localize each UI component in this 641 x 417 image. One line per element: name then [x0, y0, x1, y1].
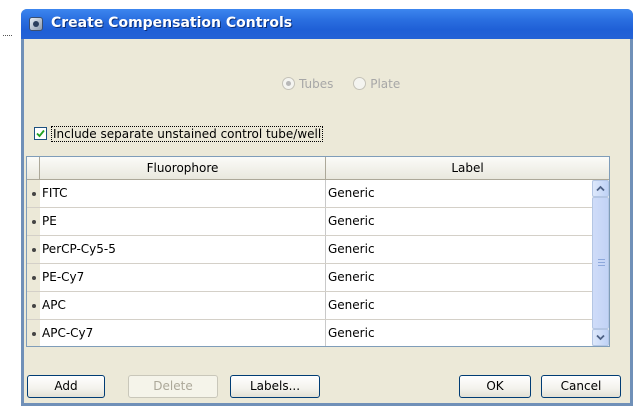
labels-button[interactable]: Labels... [230, 375, 320, 398]
table-header: Fluorophore Label [27, 157, 609, 180]
tubes-radio-label: Tubes [299, 76, 334, 91]
fluorophore-cell[interactable]: APC-Cy7 [40, 320, 326, 346]
label-cell[interactable]: Generic [326, 292, 592, 319]
chevron-down-icon [596, 334, 605, 341]
cancel-button[interactable]: Cancel [541, 375, 621, 398]
table-row[interactable]: FITC Generic [27, 180, 592, 208]
table-row[interactable]: PE-Cy7 Generic [27, 264, 592, 292]
table-scrollbar[interactable] [592, 180, 609, 346]
table-row[interactable]: APC Generic [27, 292, 592, 320]
column-header-label[interactable]: Label [326, 157, 609, 179]
label-cell[interactable]: Generic [326, 208, 592, 235]
plate-radio[interactable] [353, 77, 367, 90]
fluorophore-cell[interactable]: PerCP-Cy5-5 [40, 236, 326, 263]
include-unstained-checkbox[interactable] [34, 127, 47, 140]
fluorophore-cell[interactable]: PE-Cy7 [40, 264, 326, 291]
row-marker-icon [27, 292, 40, 319]
checkmark-icon [36, 129, 45, 138]
include-unstained-label: Include separate unstained control tube/… [51, 125, 324, 142]
tubes-radio[interactable] [282, 77, 295, 90]
row-marker-icon [27, 208, 40, 235]
label-cell[interactable]: Generic [326, 236, 592, 263]
fluorophore-table: Fluorophore Label FITC Generic PE Generi… [26, 156, 610, 347]
row-marker-icon [27, 180, 40, 207]
column-header-fluorophore[interactable]: Fluorophore [40, 157, 326, 179]
chevron-up-icon [596, 185, 605, 192]
table-row[interactable]: PE Generic [27, 208, 592, 236]
add-button[interactable]: Add [27, 375, 105, 398]
row-marker-icon [27, 320, 40, 346]
grip-line [598, 265, 605, 266]
fluorophore-cell[interactable]: APC [40, 292, 326, 319]
dialog-window: Create Compensation Controls Tubes Plate… [21, 9, 633, 406]
scroll-down-button[interactable] [592, 329, 609, 346]
fluorophore-cell[interactable]: FITC [40, 180, 326, 207]
label-cell[interactable]: Generic [326, 320, 592, 346]
row-marker-icon [27, 236, 40, 263]
fluorophore-cell[interactable]: PE [40, 208, 326, 235]
app-icon [29, 17, 43, 31]
scroll-up-button[interactable] [592, 180, 609, 197]
include-unstained-option: Include separate unstained control tube/… [34, 125, 324, 142]
table-row[interactable]: PerCP-Cy5-5 Generic [27, 236, 592, 264]
plate-radio-label: Plate [370, 76, 401, 91]
grip-line [598, 259, 605, 260]
grip-line [598, 262, 605, 263]
delete-button[interactable]: Delete [128, 375, 218, 398]
ok-button[interactable]: OK [459, 375, 531, 398]
text-cursor-marker [3, 35, 12, 38]
label-cell[interactable]: Generic [326, 180, 592, 207]
row-header-corner [27, 157, 40, 179]
title-bar[interactable]: Create Compensation Controls [21, 9, 633, 39]
scroll-thumb[interactable] [592, 197, 609, 329]
table-row[interactable]: APC-Cy7 Generic [27, 320, 592, 346]
dialog-title: Create Compensation Controls [51, 15, 293, 31]
label-cell[interactable]: Generic [326, 264, 592, 291]
mode-radio-group: Tubes Plate [282, 76, 416, 91]
dialog-body: Tubes Plate Include separate unstained c… [24, 39, 630, 403]
row-marker-icon [27, 264, 40, 291]
